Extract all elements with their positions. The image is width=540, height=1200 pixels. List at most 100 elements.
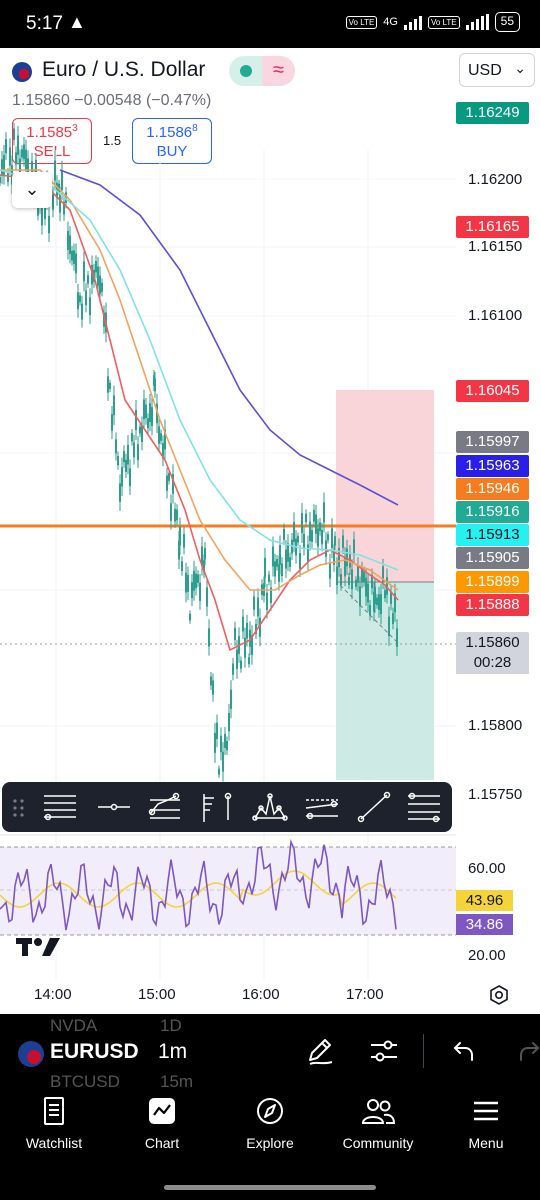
candle-body <box>264 557 266 578</box>
compass-icon <box>257 1098 283 1124</box>
candle-body <box>317 528 319 547</box>
candle-body <box>131 433 133 442</box>
drawing-toolbar[interactable] <box>2 782 452 832</box>
symbol-title[interactable]: Euro / U.S. Dollar <box>42 58 205 82</box>
candle-body <box>75 253 77 274</box>
candle-body <box>197 574 199 583</box>
candle-body <box>13 128 15 140</box>
home-indicator <box>164 1185 376 1190</box>
candle-body <box>135 410 137 431</box>
time-axis-label: 16:00 <box>242 986 280 1003</box>
drag-handle-icon[interactable] <box>12 798 26 818</box>
nav-item-chart[interactable]: Chart <box>108 1088 216 1168</box>
price-tag-high: 1.16249 <box>456 102 529 124</box>
candle-body <box>336 566 338 586</box>
candle-body <box>325 540 327 557</box>
candle-body <box>224 733 226 748</box>
signal-icon <box>403 14 422 30</box>
long-position-tool-icon[interactable] <box>198 790 234 824</box>
candle-body <box>351 569 353 590</box>
candle-body <box>307 544 309 563</box>
candle-body <box>363 571 365 582</box>
candle-body <box>77 292 79 310</box>
nav-item-watchlist[interactable]: Watchlist <box>0 1088 108 1168</box>
pattern-tool-icon[interactable] <box>252 790 288 824</box>
bottom-navigation: Watchlist Chart Explore Community Menu <box>0 1088 540 1200</box>
candle-body <box>313 510 315 522</box>
candle-body <box>293 522 295 543</box>
candle-body <box>311 530 313 542</box>
redo-icon[interactable] <box>518 1036 540 1066</box>
price-tag-ma-cyan: 1.15913 <box>456 524 529 546</box>
candle-body <box>299 552 301 570</box>
candle-body <box>230 689 232 709</box>
interval-picker[interactable]: 1m <box>158 1040 187 1064</box>
candle-body <box>279 545 281 565</box>
currency-select[interactable]: USD ⌄ <box>459 53 535 87</box>
path-tool-icon[interactable] <box>146 790 182 824</box>
price-tag-ma-blue: 1.15963 <box>456 455 529 477</box>
candle-body <box>123 450 125 463</box>
take-profit-zone <box>336 582 434 780</box>
candle-body <box>204 547 206 560</box>
nav-label: Explore <box>246 1135 294 1151</box>
candle-body <box>87 275 89 284</box>
candle-body <box>357 565 359 583</box>
candle-body <box>111 414 113 431</box>
candle-body <box>139 426 141 434</box>
horizontal-ray-icon[interactable] <box>96 790 132 824</box>
wave-icon: ≈ <box>262 56 295 86</box>
candle-body <box>331 528 333 549</box>
indicators-icon[interactable] <box>369 1036 399 1066</box>
time-axis-label: 17:00 <box>346 986 384 1003</box>
candle-body <box>59 195 61 213</box>
price-axis-label: 1.16150 <box>468 238 523 255</box>
candle-body <box>340 573 342 586</box>
chart-settings-icon[interactable] <box>488 984 510 1006</box>
candle-body <box>359 586 361 607</box>
trend-line-tool-icon[interactable] <box>356 790 392 824</box>
price-chart[interactable] <box>0 100 456 980</box>
volte-icon-2: Vo LTE <box>427 15 460 29</box>
candle-body <box>41 206 43 226</box>
candle-body <box>342 535 344 548</box>
candle-body <box>15 152 17 165</box>
candle-body <box>216 722 218 740</box>
nav-item-community[interactable]: Community <box>324 1088 432 1168</box>
candle-body <box>129 468 131 487</box>
candle-body <box>109 382 111 389</box>
pencil-icon[interactable] <box>306 1036 334 1066</box>
candle-body <box>183 534 185 548</box>
candle-body <box>319 522 321 532</box>
price-axis-label: 1.16200 <box>468 171 523 188</box>
candle-body <box>1 159 3 176</box>
candle-body <box>168 473 170 481</box>
candle-body <box>119 483 121 502</box>
undo-icon[interactable] <box>451 1036 475 1066</box>
candle-body <box>0 177 1 183</box>
horizontal-lines-tool-icon[interactable] <box>42 790 78 824</box>
ghost-interval: 15m <box>160 1072 194 1088</box>
candle-body <box>166 475 168 491</box>
candle-body <box>303 533 305 549</box>
channel-tool-icon[interactable] <box>304 790 340 824</box>
price-tag-stop-zone: 1.16045 <box>456 380 529 402</box>
status-time: 5:17 <box>26 13 63 34</box>
market-status-toggle[interactable]: ≈ <box>229 56 295 86</box>
symbol-picker[interactable]: EURUSD <box>50 1040 139 1064</box>
watchlist-icon <box>44 1097 64 1125</box>
nav-item-menu[interactable]: Menu <box>432 1088 540 1168</box>
price-axis-label: 1.15750 <box>468 786 523 803</box>
candle-body <box>170 503 172 521</box>
candle-body <box>54 160 56 181</box>
fib-retracement-tool-icon[interactable] <box>406 790 442 824</box>
chevron-down-icon: ⌄ <box>24 179 40 199</box>
community-icon <box>361 1099 396 1124</box>
rsi-value-tag: 34.86 <box>456 914 513 935</box>
nav-item-explore[interactable]: Explore <box>216 1088 324 1168</box>
candle-body <box>266 592 268 610</box>
collapse-chevron-button[interactable]: ⌄ <box>12 172 52 208</box>
price-axis-label: 1.16100 <box>468 307 523 324</box>
candle-body <box>127 444 129 465</box>
bar-countdown: 00:28 <box>456 652 529 674</box>
